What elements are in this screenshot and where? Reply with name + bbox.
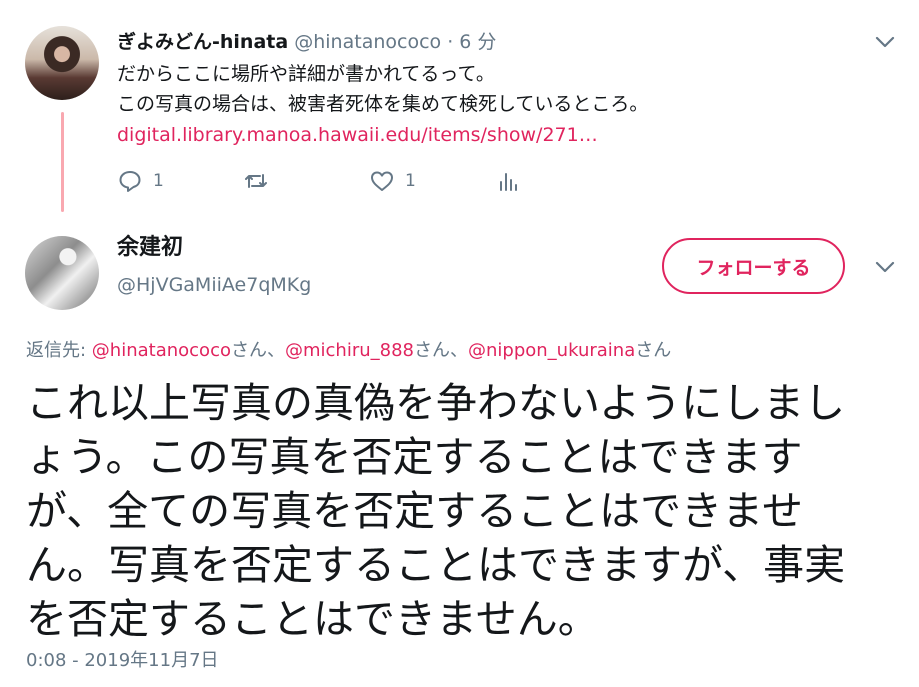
tweet-body-line: ょう。この写真を否定することはできます xyxy=(26,433,803,481)
parent-action-bar: 1 1 xyxy=(117,168,537,198)
reply-button[interactable]: 1 xyxy=(117,168,164,194)
retweet-icon xyxy=(245,174,267,188)
tweet-body-line: を否定することはできません。 xyxy=(26,595,599,643)
thread-connector-line xyxy=(61,112,64,212)
parent-text-line: この写真の場合は、被害者死体を集めて検死しているところ。 xyxy=(117,93,649,115)
parent-time[interactable]: 6 分 xyxy=(459,31,496,53)
reply-count: 1 xyxy=(153,171,164,191)
analytics-button[interactable] xyxy=(495,168,521,194)
mention-suffix: さん xyxy=(635,340,672,361)
parent-tweet-link[interactable]: digital.library.manoa.hawaii.edu/items/s… xyxy=(117,120,598,150)
heart-icon xyxy=(371,171,393,191)
parent-text-line: だからここに場所や詳細が書かれてるって。 xyxy=(117,63,495,85)
tweet-body-line: これ以上写真の真偽を争わないようにしまし xyxy=(26,379,846,427)
mention-separator: 、 xyxy=(450,340,468,361)
mention-suffix: さん xyxy=(230,340,267,361)
tweet-body: これ以上写真の真偽を争わないようにしまし ょう。この写真を否定することはできます… xyxy=(26,376,906,646)
tweet-body-line: ん。写真を否定することはできますが、事実 xyxy=(26,541,846,589)
retweet-button[interactable] xyxy=(243,168,279,194)
reply-icon xyxy=(119,171,141,192)
mention-link[interactable]: @hinatanococo xyxy=(92,340,231,361)
reply-to-prefix: 返信先: xyxy=(26,340,92,361)
parent-tweet-header: ぎよみどん-hinata @hinatanococo · 6 分 xyxy=(117,29,496,55)
analytics-icon xyxy=(500,173,517,191)
author-display-name[interactable]: 余建初 xyxy=(117,233,183,263)
tweet-timestamp[interactable]: 0:08 - 2019年11月7日 xyxy=(26,648,219,674)
parent-avatar[interactable] xyxy=(25,26,99,100)
follow-button[interactable]: フォローする xyxy=(662,238,845,294)
mention-suffix: さん xyxy=(414,340,450,361)
author-handle[interactable]: @HjVGaMiiAe7qMKg xyxy=(117,272,311,298)
chevron-down-icon[interactable] xyxy=(874,258,896,276)
header-separator: · xyxy=(447,31,454,53)
parent-display-name[interactable]: ぎよみどん-hinata xyxy=(117,31,288,53)
tweet-body-line: が、全ての写真を否定することはできませ xyxy=(26,487,803,535)
reply-to-line: 返信先: @hinatanococoさん、@michiru_888さん、@nip… xyxy=(26,338,671,364)
parent-tweet-text: だからここに場所や詳細が書かれてるって。 この写真の場合は、被害者死体を集めて検… xyxy=(117,59,648,119)
like-button[interactable]: 1 xyxy=(369,168,416,194)
mention-link[interactable]: @michiru_888 xyxy=(285,340,414,361)
parent-handle[interactable]: @hinatanococo xyxy=(294,31,441,53)
chevron-down-icon[interactable] xyxy=(874,33,896,51)
author-avatar[interactable] xyxy=(25,236,99,310)
like-count: 1 xyxy=(405,171,416,191)
mention-separator: 、 xyxy=(266,340,285,361)
mention-link[interactable]: @nippon_ukuraina xyxy=(468,340,635,361)
